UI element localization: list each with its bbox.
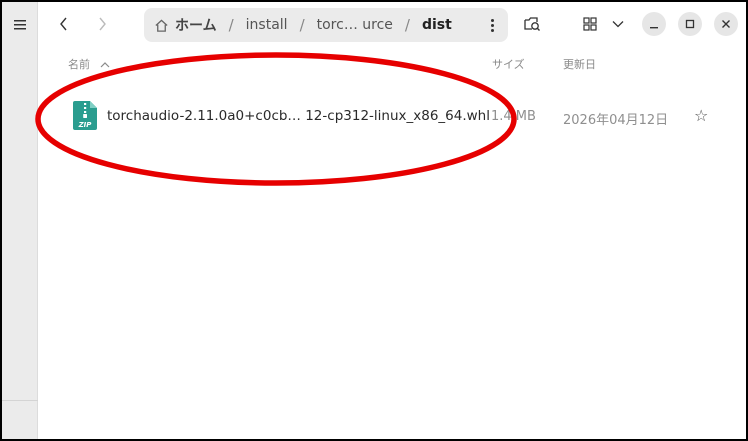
file-modified-date: 2026年04月12日 <box>563 113 669 128</box>
file-size: 1.4 MB <box>491 109 536 124</box>
breadcrumb-separator: / <box>404 16 410 34</box>
back-button[interactable] <box>50 10 78 38</box>
sidebar <box>2 2 38 439</box>
column-header-name[interactable]: 名前 <box>68 54 110 74</box>
header-bar: ホーム / install / torc… urce / dist <box>38 2 746 46</box>
sidebar-toggle-button[interactable] <box>8 14 32 36</box>
zip-label: ZIP <box>78 121 93 129</box>
breadcrumb-dist[interactable]: dist <box>422 17 452 33</box>
minimize-button[interactable] <box>642 12 666 36</box>
breadcrumb-separator: / <box>299 16 305 34</box>
breadcrumb-source-label: torc… urce <box>316 17 393 33</box>
breadcrumb-dist-label: dist <box>421 17 452 33</box>
breadcrumb-home[interactable]: ホーム <box>154 15 217 35</box>
path-menu-button[interactable] <box>482 15 502 35</box>
close-icon <box>722 20 730 28</box>
sidebar-divider <box>2 400 38 401</box>
file-name: torchaudio-2.11.0a0+c0cb… 12-cp312-linux… <box>107 108 490 124</box>
star-icon[interactable]: ☆ <box>694 106 708 125</box>
breadcrumb: ホーム / install / torc… urce / dist <box>144 8 508 42</box>
zip-archive-icon: ZIP <box>73 101 97 130</box>
grid-icon <box>583 17 597 31</box>
minimize-icon <box>650 27 658 29</box>
breadcrumb-install[interactable]: install <box>246 17 288 33</box>
breadcrumb-install-label: install <box>245 17 288 33</box>
file-manager-window: ホーム / install / torc… urce / dist 名前 サイズ… <box>2 2 746 439</box>
maximize-icon <box>685 19 695 29</box>
search-button[interactable] <box>518 10 546 38</box>
column-header-size-label: サイズ <box>492 58 525 71</box>
chevron-right-icon <box>99 17 106 31</box>
close-button[interactable] <box>714 12 738 36</box>
view-grid-button[interactable] <box>576 10 604 38</box>
column-header-name-label: 名前 <box>68 58 90 71</box>
annotation-ellipse <box>35 52 517 186</box>
forward-button[interactable] <box>88 10 116 38</box>
column-header-modified-label: 更新日 <box>563 58 596 71</box>
breadcrumb-source[interactable]: torc… urce <box>317 17 393 33</box>
sort-ascending-icon <box>100 61 110 67</box>
search-folder-icon <box>524 17 540 31</box>
column-header-size[interactable]: サイズ <box>492 54 525 74</box>
breadcrumb-home-label: ホーム <box>175 18 217 34</box>
column-header-modified[interactable]: 更新日 <box>563 54 596 74</box>
chevron-left-icon <box>60 17 67 31</box>
breadcrumb-separator: / <box>228 16 234 34</box>
chevron-down-icon <box>612 21 624 28</box>
home-icon <box>155 18 168 32</box>
view-options-button[interactable] <box>604 10 632 38</box>
maximize-button[interactable] <box>678 12 702 36</box>
menu-icon <box>14 20 26 30</box>
file-row[interactable]: ZIP torchaudio-2.11.0a0+c0cb… 12-cp312-l… <box>62 96 722 138</box>
